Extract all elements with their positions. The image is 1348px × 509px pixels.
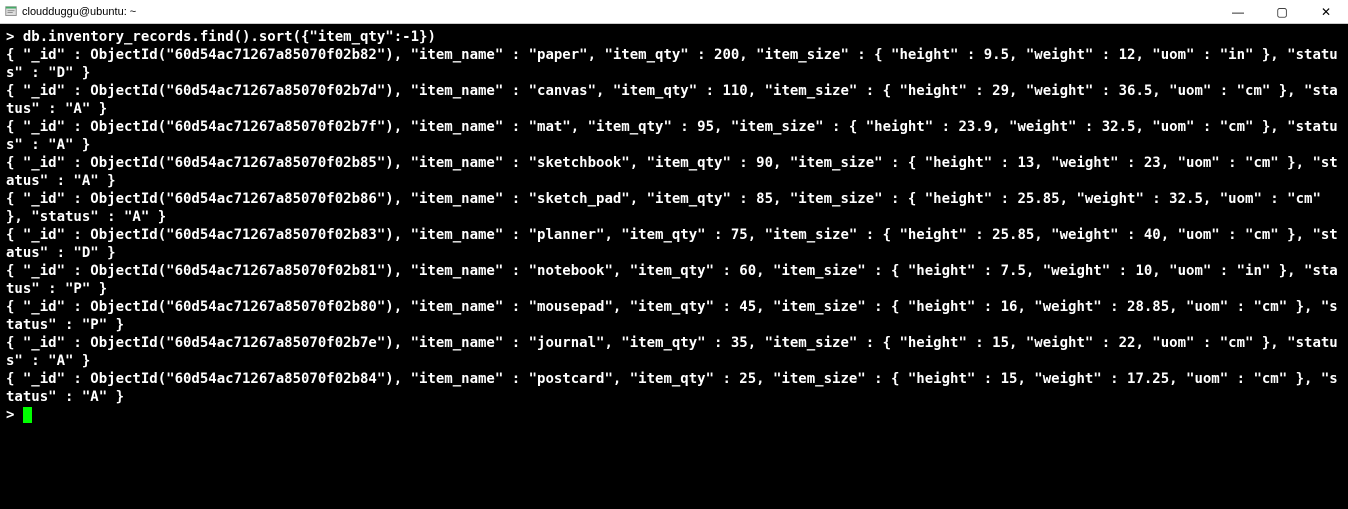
- titlebar-left: cloudduggu@ubuntu: ~: [4, 5, 136, 19]
- cursor: [23, 407, 32, 423]
- prompt-end: >: [6, 407, 23, 423]
- close-button[interactable]: ✕: [1304, 0, 1348, 24]
- window-titlebar: cloudduggu@ubuntu: ~ — ▢ ✕: [0, 0, 1348, 24]
- app-icon: [4, 5, 18, 19]
- maximize-button[interactable]: ▢: [1260, 0, 1304, 24]
- window-title: cloudduggu@ubuntu: ~: [22, 6, 136, 18]
- window-controls: — ▢ ✕: [1216, 0, 1348, 24]
- prompt: >: [6, 29, 23, 45]
- query-output: { "_id" : ObjectId("60d54ac71267a85070f0…: [6, 47, 1338, 405]
- terminal-output[interactable]: > db.inventory_records.find().sort({"ite…: [0, 24, 1348, 509]
- minimize-button[interactable]: —: [1216, 0, 1260, 24]
- command-text: db.inventory_records.find().sort({"item_…: [23, 29, 436, 45]
